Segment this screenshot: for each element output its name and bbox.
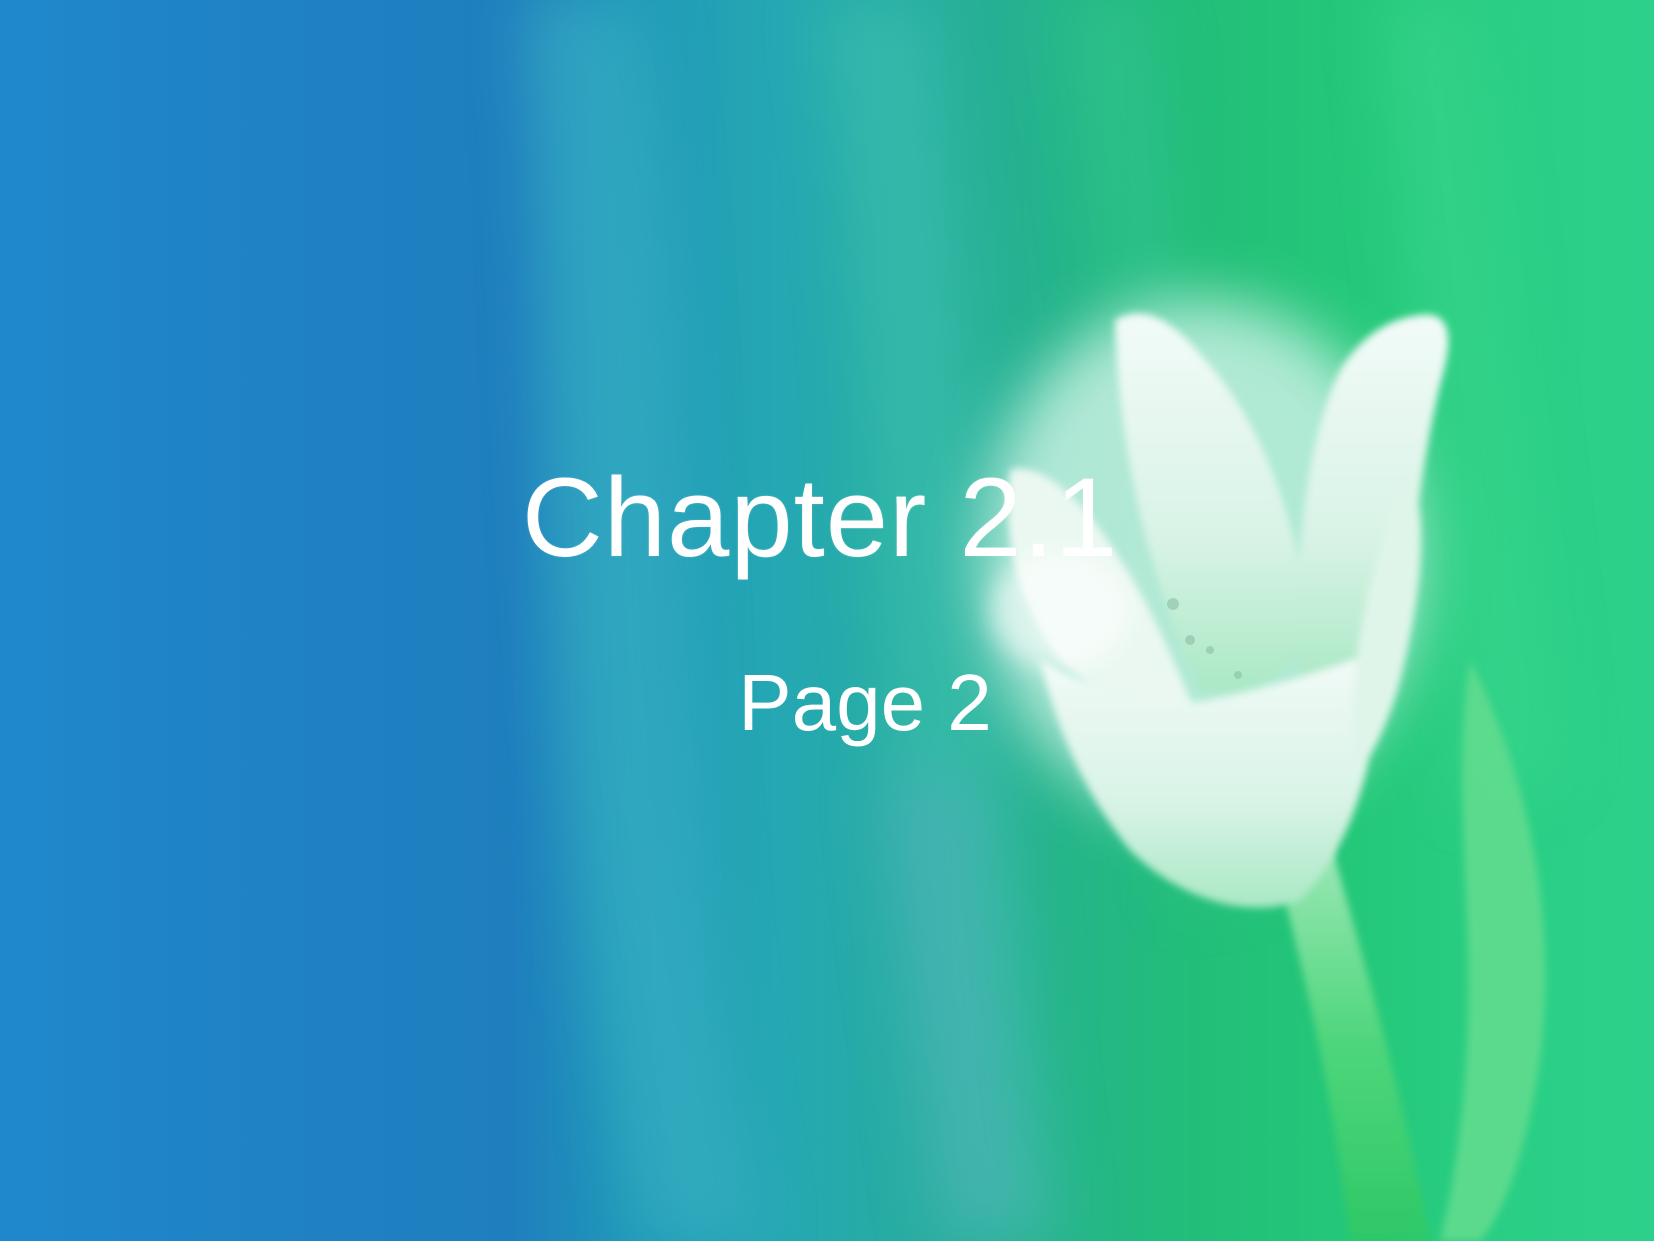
slide-title: Chapter 2.1 <box>521 455 1119 580</box>
slide-subtitle: Page 2 <box>738 658 992 747</box>
presentation-slide: Chapter 2.1 Page 2 <box>0 0 1654 1241</box>
background-art <box>520 0 1560 1241</box>
